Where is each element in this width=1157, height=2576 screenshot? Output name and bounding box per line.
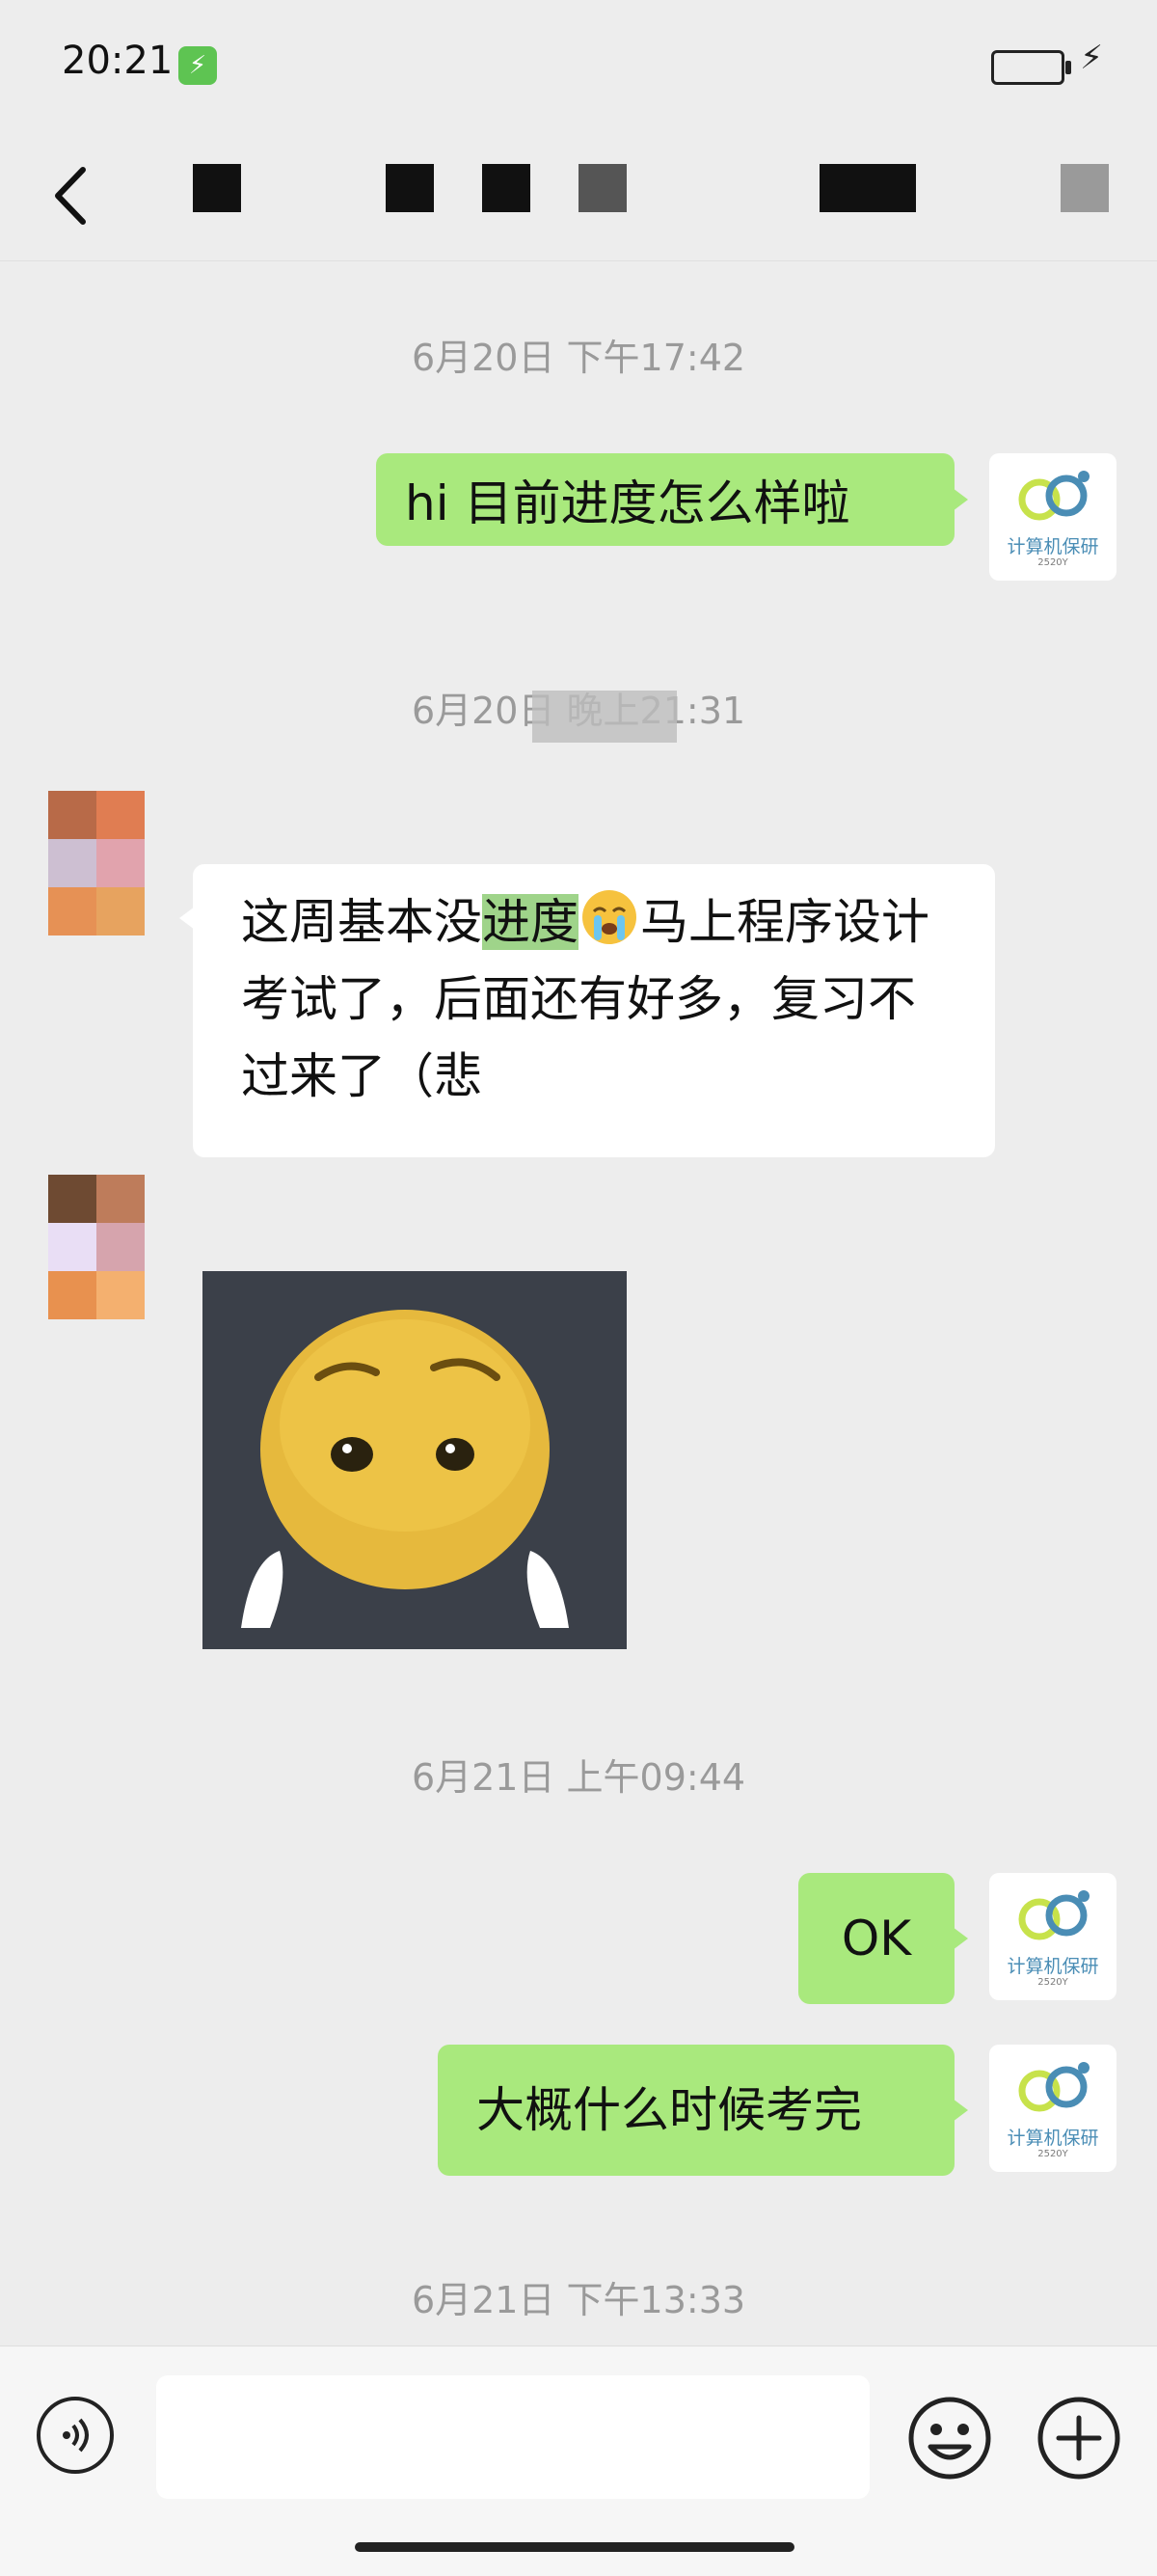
message-text: 大概什么时候考完: [476, 2082, 862, 2138]
charging-icon: ⚡: [178, 46, 217, 85]
battery-icon: [991, 50, 1071, 85]
avatar-pixel: [48, 839, 96, 887]
redacted-title-block: [1061, 164, 1109, 212]
avatar-label: 计算机保研: [1007, 536, 1099, 557]
avatar-label: 计算机保研: [1007, 1956, 1099, 1977]
logo-icon: [1018, 471, 1090, 521]
sticker-image[interactable]: [202, 1271, 627, 1649]
message-text: OK: [841, 1911, 912, 1966]
status-time: 20:21: [62, 39, 174, 83]
redacted-title-block: [578, 164, 627, 212]
avatar-pixel: [96, 887, 145, 935]
redacted-title-block: [386, 164, 434, 212]
avatar[interactable]: [48, 791, 193, 935]
logo-icon: [1018, 1890, 1090, 1940]
outgoing-message-bubble[interactable]: OK: [798, 1873, 968, 2004]
redacted-title-block: [482, 164, 530, 212]
home-indicator: [355, 2542, 794, 2552]
avatar-pixel: [96, 1271, 145, 1319]
avatar-label: 计算机保研: [1007, 2128, 1099, 2149]
message-timestamp: 6月21日 下午13:33: [411, 2279, 746, 2321]
message-input[interactable]: [156, 2375, 870, 2499]
avatar[interactable]: 计算机保研 2520Y: [989, 2045, 1117, 2172]
avatar-pixel: [96, 1223, 145, 1271]
emoji-icon[interactable]: [906, 2395, 993, 2481]
avatar[interactable]: 计算机保研 2520Y: [989, 1873, 1117, 2000]
battery-bolt-icon: ⚡: [1080, 39, 1103, 77]
message-timestamp: 6月20日 下午17:42: [411, 337, 746, 379]
chevron-left-icon[interactable]: [40, 152, 108, 239]
status-bar: 20:21 ⚡ ⚡: [0, 0, 1157, 135]
avatar-sub: 2520Y: [1037, 557, 1068, 568]
avatar-sub: 2520Y: [1037, 1977, 1068, 1988]
avatar-pixel: [48, 1223, 96, 1271]
avatar-pixel: [48, 1175, 96, 1223]
voice-input-icon[interactable]: [35, 2395, 116, 2476]
avatar-pixel: [48, 791, 96, 839]
chat-header: [0, 135, 1157, 261]
redaction-blur: [532, 691, 677, 743]
outgoing-message-bubble[interactable]: hi 目前进度怎么样啦: [376, 453, 968, 546]
avatar-pixel: [96, 839, 145, 887]
avatar-sub: 2520Y: [1037, 2149, 1068, 2159]
logo-icon: [1018, 2062, 1090, 2112]
redacted-title-block: [820, 164, 916, 212]
incoming-message-bubble[interactable]: 这周基本没进度 马上程序设计考试了，后面还有好多，复习不过来了（悲: [179, 864, 995, 1157]
message-text: hi 目前进度怎么样啦: [405, 475, 850, 531]
avatar-pixel: [96, 791, 145, 839]
avatar-pixel: [48, 1271, 96, 1319]
avatar-pixel: [96, 1175, 145, 1223]
message-timestamp: 6月21日 上午09:44: [411, 1756, 746, 1799]
avatar-pixel: [48, 887, 96, 935]
avatar[interactable]: 计算机保研 2520Y: [989, 453, 1117, 581]
message-text: 这周基本没: [241, 894, 482, 950]
highlighted-text: 进度: [482, 894, 578, 950]
avatar[interactable]: [48, 1175, 193, 1319]
plus-icon[interactable]: [1036, 2395, 1122, 2481]
redacted-title-block: [193, 164, 241, 212]
outgoing-message-bubble[interactable]: 大概什么时候考完: [438, 2045, 968, 2176]
crying-face-icon: [582, 890, 636, 944]
